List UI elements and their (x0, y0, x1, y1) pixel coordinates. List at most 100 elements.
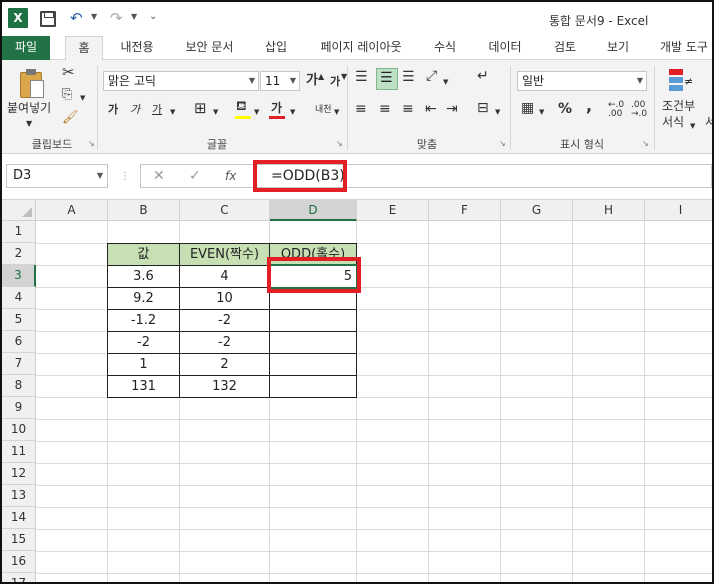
font-name-combo[interactable]: 맑은 고딕 ▼ (103, 71, 259, 91)
row-header-1[interactable]: 1 (2, 221, 36, 243)
italic-button[interactable]: 가 (130, 102, 140, 118)
row-header-4[interactable]: 4 (2, 287, 36, 309)
tab-page-layout[interactable]: 페이지 레이아웃 (312, 36, 410, 60)
align-middle-icon[interactable]: ☰ (376, 68, 398, 90)
row-header-3[interactable]: 3 (2, 265, 36, 287)
paste-icon[interactable] (18, 68, 46, 100)
conditional-formatting-label-1[interactable]: 조건부 (662, 98, 695, 114)
column-header-e[interactable]: E (357, 200, 429, 221)
column-header-d[interactable]: D (270, 200, 357, 221)
table-cell-d7[interactable] (269, 353, 357, 376)
wrap-text-icon[interactable]: ↵ (477, 68, 489, 84)
alignment-launcher-icon[interactable]: ↘ (499, 139, 506, 148)
row-header-7[interactable]: 7 (2, 353, 36, 375)
conditional-formatting-icon[interactable]: ≠ (667, 67, 693, 95)
clipboard-launcher-icon[interactable]: ↘ (88, 139, 95, 148)
grow-font-button[interactable]: 가 (306, 73, 318, 89)
paste-button[interactable]: 붙여넣기 (7, 100, 51, 116)
phonetic-button[interactable]: 내천 (315, 102, 332, 118)
orientation-dropdown-icon[interactable]: ▼ (443, 74, 448, 90)
orientation-icon[interactable]: ⤢ (426, 68, 437, 84)
name-box[interactable]: D3 ▼ (6, 164, 108, 188)
row-header-5[interactable]: 5 (2, 309, 36, 331)
table-cell-c8[interactable]: 132 (179, 375, 270, 398)
column-header-c[interactable]: C (180, 200, 270, 221)
enter-icon[interactable]: ✓ (189, 168, 201, 184)
tab-security-doc[interactable]: 보안 문서 (177, 36, 242, 60)
conditional-formatting-label-2[interactable]: 서식 (662, 114, 684, 130)
font-launcher-icon[interactable]: ↘ (336, 139, 343, 148)
tab-data[interactable]: 데이터 (480, 36, 530, 60)
table-cell-b7[interactable]: 1 (107, 353, 180, 376)
align-bottom-icon[interactable]: ☰ (402, 69, 415, 85)
underline-dropdown-icon[interactable]: ▼ (170, 104, 175, 120)
comma-style-button[interactable]: , (586, 98, 592, 114)
table-cell-d5[interactable] (269, 309, 357, 332)
borders-dropdown-icon[interactable]: ▼ (213, 104, 218, 120)
row-header-9[interactable]: 9 (2, 397, 36, 419)
copy-dropdown-icon[interactable]: ▼ (80, 90, 85, 106)
row-header-6[interactable]: 6 (2, 331, 36, 353)
tab-personal[interactable]: 내전용 (112, 36, 162, 60)
undo-dropdown-icon[interactable]: ▼ (91, 12, 97, 21)
row-header-17[interactable]: 17 (2, 573, 36, 582)
row-header-16[interactable]: 16 (2, 551, 36, 573)
number-launcher-icon[interactable]: ↘ (642, 139, 649, 148)
row-header-12[interactable]: 12 (2, 463, 36, 485)
table-cell-c4[interactable]: 10 (179, 287, 270, 310)
column-header-a[interactable]: A (36, 200, 108, 221)
table-header-value[interactable]: 값 (107, 243, 180, 266)
row-header-2[interactable]: 2 (2, 243, 36, 265)
borders-icon[interactable]: ⊞ (194, 100, 207, 116)
table-cell-b6[interactable]: -2 (107, 331, 180, 354)
table-cell-c6[interactable]: -2 (179, 331, 270, 354)
conditional-dropdown-icon[interactable]: ▼ (690, 118, 695, 134)
format-painter-icon[interactable]: 🖌 (62, 110, 79, 126)
font-color-dropdown-icon[interactable]: ▼ (290, 104, 295, 120)
bold-button[interactable]: 가 (108, 102, 118, 118)
redo-dropdown-icon[interactable]: ▼ (131, 12, 137, 21)
tab-insert[interactable]: 삽입 (256, 36, 296, 60)
column-header-g[interactable]: G (501, 200, 573, 221)
redo-icon[interactable]: ↷ (110, 9, 123, 27)
decrease-decimal-icon[interactable]: .00 →.0 (631, 101, 647, 119)
table-cell-d8[interactable] (269, 375, 357, 398)
row-header-10[interactable]: 10 (2, 419, 36, 441)
customize-qat-icon[interactable]: ⌄ (149, 11, 157, 22)
accounting-dropdown-icon[interactable]: ▼ (539, 104, 544, 120)
row-header-15[interactable]: 15 (2, 529, 36, 551)
row-header-14[interactable]: 14 (2, 507, 36, 529)
fill-color-icon[interactable]: ⛾ (236, 99, 247, 115)
font-color-button[interactable]: 가 (271, 100, 282, 116)
copy-icon[interactable]: ⎘ (62, 87, 72, 103)
phonetic-dropdown-icon[interactable]: ▼ (334, 104, 339, 120)
column-header-h[interactable]: H (573, 200, 645, 221)
underline-button[interactable]: 가 (152, 102, 162, 118)
table-cell-d6[interactable] (269, 331, 357, 354)
merge-dropdown-icon[interactable]: ▼ (495, 104, 500, 120)
merge-center-icon[interactable]: ⊟ (477, 100, 489, 116)
table-cell-c7[interactable]: 2 (179, 353, 270, 376)
column-header-i[interactable]: I (645, 200, 712, 221)
row-header-13[interactable]: 13 (2, 485, 36, 507)
tab-view[interactable]: 보기 (598, 36, 638, 60)
undo-icon[interactable]: ↶ (70, 9, 83, 27)
decrease-indent-icon[interactable]: ⇤ (425, 101, 437, 117)
align-right-icon[interactable]: ≡ (402, 101, 414, 117)
table-cell-b4[interactable]: 9.2 (107, 287, 180, 310)
tab-file[interactable]: 파일 (2, 36, 50, 60)
table-cell-c5[interactable]: -2 (179, 309, 270, 332)
tab-formulas[interactable]: 수식 (426, 36, 464, 60)
insert-function-button[interactable]: fx (225, 169, 236, 183)
paste-dropdown-icon[interactable]: ▼ (26, 116, 32, 132)
table-cell-b5[interactable]: -1.2 (107, 309, 180, 332)
formula-input-area[interactable]: ✕ ✓ fx =ODD(B3) (140, 164, 712, 188)
number-format-combo[interactable]: 일반 ▼ (517, 71, 647, 91)
format-as-table-label[interactable]: 서 (705, 114, 712, 130)
shrink-font-button[interactable]: 가 (330, 74, 340, 90)
column-header-f[interactable]: F (429, 200, 501, 221)
more-options-icon[interactable]: ⋮ (120, 169, 130, 185)
cut-icon[interactable]: ✂ (62, 64, 75, 80)
font-size-combo[interactable]: 11 ▼ (260, 71, 300, 91)
accounting-format-icon[interactable]: ▦ (521, 100, 534, 116)
